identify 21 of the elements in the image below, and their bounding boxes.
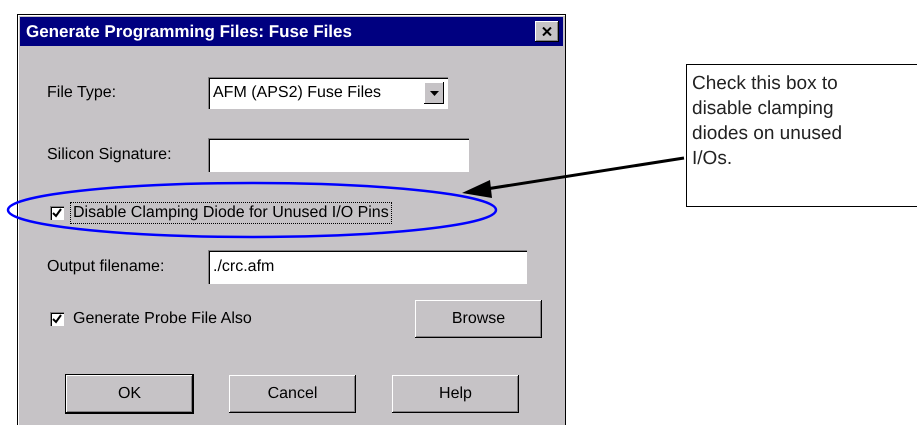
checkbox-label[interactable]: Generate Probe File Also: [70, 308, 255, 330]
checkmark-icon: [52, 208, 62, 218]
input-field[interactable]: ./crc.afm: [208, 250, 527, 284]
dialog-button[interactable]: OK: [66, 375, 193, 413]
input-field[interactable]: [208, 138, 469, 172]
close-icon: [542, 27, 552, 36]
dialog-button[interactable]: Help: [392, 375, 519, 413]
file-type-dropdown[interactable]: AFM (APS2) Fuse Files: [208, 77, 448, 109]
field-label: Output filename:: [47, 258, 166, 276]
field-label: File Type:: [47, 84, 118, 102]
window-title: Generate Programming Files: Fuse Files: [26, 22, 352, 42]
close-button[interactable]: [535, 21, 559, 42]
browse-button[interactable]: Browse: [415, 300, 542, 338]
checkbox[interactable]: [50, 312, 64, 326]
checkbox-label[interactable]: Disable Clamping Diode for Unused I/O Pins: [70, 202, 392, 224]
dialog-button[interactable]: Cancel: [229, 375, 356, 413]
checkmark-icon: [52, 314, 62, 324]
callout-box: Check this box to disable clamping diodes on unused I/Os.: [686, 64, 917, 207]
checkbox[interactable]: [50, 206, 64, 220]
dropdown-arrow-icon: [430, 90, 438, 96]
field-label: Silicon Signature:: [47, 146, 173, 164]
